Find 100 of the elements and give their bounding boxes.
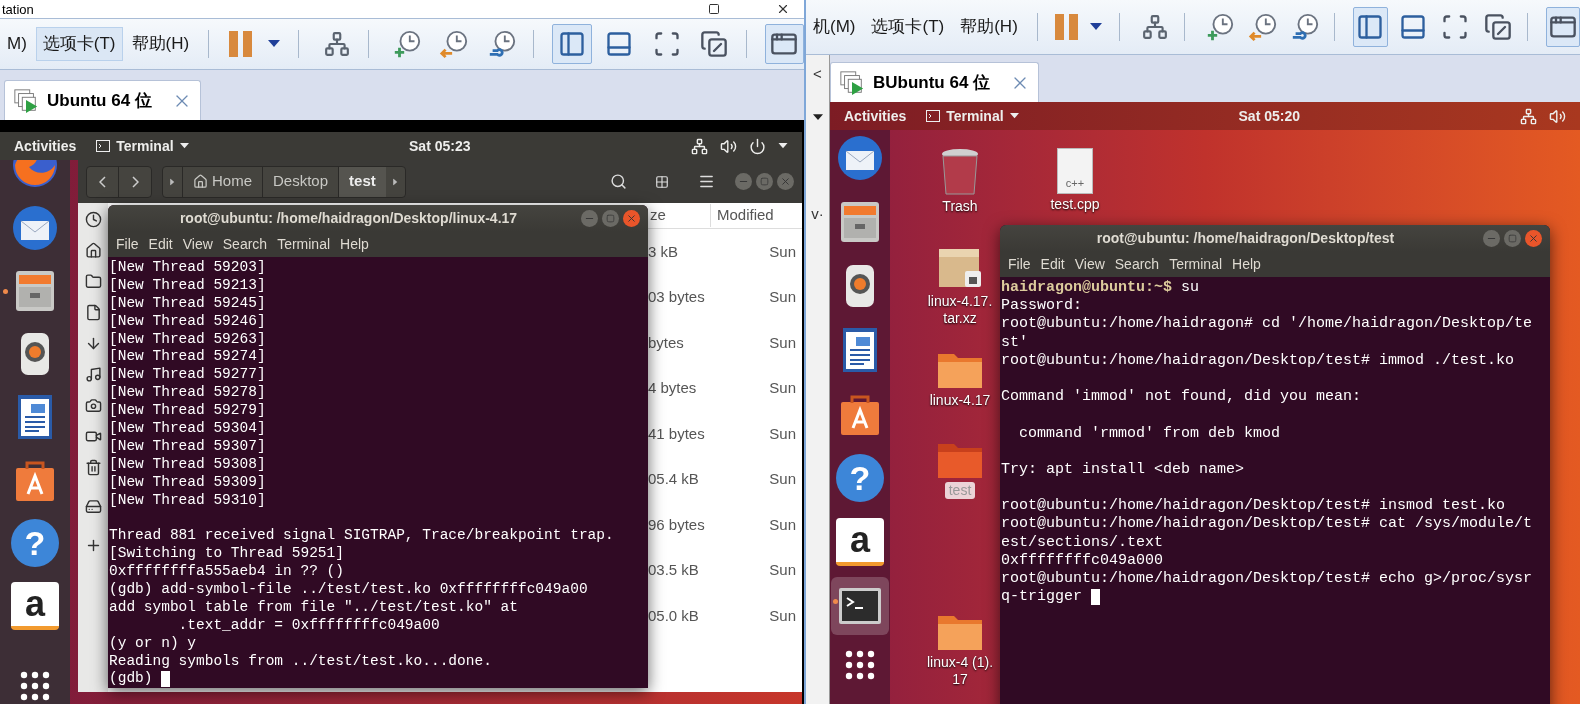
menu-item[interactable]: Edit	[144, 234, 177, 255]
terminal-line: [New Thread 59277]	[109, 366, 266, 385]
activities-button[interactable]: Activities	[14, 135, 77, 157]
menu-item[interactable]: File	[1004, 254, 1035, 275]
desktop-icon-label[interactable]: Trash	[938, 198, 982, 215]
menu-item[interactable]: 选项卡(T)	[864, 10, 952, 44]
menu-item[interactable]: File	[112, 234, 143, 255]
file-icon[interactable]	[84, 304, 102, 321]
volume-icon[interactable]	[720, 137, 737, 155]
menu-item[interactable]: 帮助(H)	[953, 10, 1025, 44]
modified-cell-text: Sun	[768, 423, 797, 444]
path-button[interactable]: Home	[182, 166, 262, 197]
network-icon[interactable]	[1520, 107, 1537, 125]
folder-icon[interactable]	[84, 273, 102, 290]
terminal-line: [New Thread 59307]	[109, 437, 266, 456]
column-header[interactable]: ze	[648, 204, 710, 227]
modified-cell-text: Sun	[768, 514, 797, 535]
power-icon[interactable]	[749, 137, 766, 155]
mail-icon	[11, 204, 59, 252]
size-cell-text: 03 bytes	[648, 287, 706, 307]
terminal-line: 0xffffffffc049a000	[1001, 551, 1164, 570]
terminal-line: [New Thread 59279]	[109, 402, 266, 421]
volume-icon[interactable]	[1549, 107, 1566, 125]
menu-item[interactable]: Help	[336, 234, 373, 255]
menu-item[interactable]: Search	[218, 234, 272, 255]
maximize-icon[interactable]	[708, 3, 720, 15]
panel-left-icon	[558, 30, 586, 58]
pause-icon	[228, 31, 253, 57]
terminal-line: [New Thread 59310]	[109, 491, 266, 510]
terminal-line: root@ubuntu:/home/haidragon/Desktop/test# immod ./test.ko	[1001, 351, 1515, 370]
music-icon[interactable]	[84, 366, 102, 383]
caret-icon	[812, 113, 823, 121]
terminal-line: [New Thread 59203]	[109, 259, 266, 277]
recent-icon[interactable]	[84, 211, 102, 228]
size-cell-text: 03.5 kB	[648, 560, 700, 580]
app-menu[interactable]: Terminal	[96, 135, 189, 157]
menu-icon	[697, 173, 715, 190]
close-icon[interactable]	[776, 2, 790, 16]
desktop-icon-label[interactable]: linux-4 (1). 17	[922, 654, 998, 688]
menu-item[interactable]: 帮助(H)	[124, 27, 197, 61]
terminal-icon	[926, 110, 941, 122]
menu-item[interactable]: Terminal	[1165, 254, 1227, 275]
menu-item[interactable]: 选项卡(T)	[35, 27, 123, 61]
activities-button[interactable]: Activities	[844, 105, 907, 127]
clock-plus-icon	[392, 29, 423, 59]
menu-item[interactable]: Terminal	[273, 234, 335, 255]
modified-cell-text: Sun	[768, 469, 797, 489]
size-cell-text: 05.0 kB	[648, 605, 700, 626]
panel-left-icon	[1356, 13, 1385, 41]
network-icon[interactable]	[691, 137, 708, 155]
terminal-line: st'	[1001, 333, 1028, 352]
drive-icon[interactable]	[84, 498, 102, 515]
terminal-line: .text_addr = 0xffffffffc049a00	[177, 616, 440, 635]
app-menu[interactable]: Terminal	[926, 105, 1019, 127]
toolbar-button[interactable]	[1353, 7, 1388, 47]
app-grid-icon[interactable]	[20, 671, 50, 701]
clock: Sat 05:20	[1237, 106, 1301, 126]
home-icon	[193, 174, 208, 189]
menu-item[interactable]: M)	[0, 27, 34, 61]
caret-icon	[268, 40, 281, 48]
panel-bottom-icon	[1398, 13, 1427, 41]
home-icon[interactable]	[84, 242, 102, 259]
terminal-line: (gdb) add-symbol-file ../test/test.ko 0xffffffffc049a00	[109, 581, 588, 599]
menu-item[interactable]: 机(M)	[806, 10, 863, 44]
trash-can-icon	[940, 148, 980, 196]
path-button[interactable]: test	[338, 166, 386, 197]
menu-item[interactable]: Search	[1110, 254, 1164, 275]
size-cell-text: bytes	[648, 332, 685, 353]
size-cell-text: 3 kB	[648, 241, 679, 262]
desktop-icon-label[interactable]: test.cpp	[1046, 196, 1104, 213]
column-header[interactable]: Modified	[710, 204, 802, 227]
menu-item[interactable]: Edit	[1036, 254, 1069, 275]
grid-icon	[655, 174, 669, 189]
dock-item[interactable]	[830, 577, 890, 635]
desktop-icon-label[interactable]: linux-4.17. tar.xz	[923, 293, 997, 327]
terminal-line: Reading symbols from ../test/test.ko...done.	[109, 652, 492, 671]
back-icon	[99, 175, 106, 188]
vm-icon	[839, 69, 865, 96]
terminal-line: (gdb)	[109, 670, 154, 688]
desktop-icon-label[interactable]: linux-4.17	[925, 392, 995, 409]
menu-item[interactable]: View	[178, 234, 217, 255]
terminal-line: root@ubuntu:/home/haidragon/Desktop/test# cat /sys/module/t	[1001, 515, 1533, 534]
window-title: tation	[2, 2, 34, 16]
menu-item[interactable]: View	[1070, 254, 1109, 275]
terminal-line: [New Thread 59245]	[109, 294, 266, 313]
app-grid-icon[interactable]	[845, 650, 875, 680]
camera-icon[interactable]	[84, 397, 102, 414]
vm-tab[interactable]: Ubuntu 64 位	[4, 80, 201, 120]
terminal-line: [New Thread 59213]	[109, 276, 266, 295]
terminal-line: [Switching to Thread 59251]	[109, 545, 344, 564]
menu-item[interactable]: Help	[1228, 254, 1265, 275]
trash-icon[interactable]	[84, 459, 102, 476]
vm-icon	[13, 87, 39, 114]
caret-icon	[1009, 113, 1019, 119]
vm-tab[interactable]: BUbuntu 64 位	[830, 62, 1040, 102]
toolbar-button[interactable]	[1545, 7, 1580, 47]
toolbar-button[interactable]	[552, 24, 592, 64]
terminal-line: Command 'immod' not found, did you mean:	[1001, 388, 1362, 407]
terminal-line: 0xffffffffa555aeb4 in ?? ()	[109, 563, 344, 582]
toolbar-button[interactable]	[764, 24, 804, 64]
